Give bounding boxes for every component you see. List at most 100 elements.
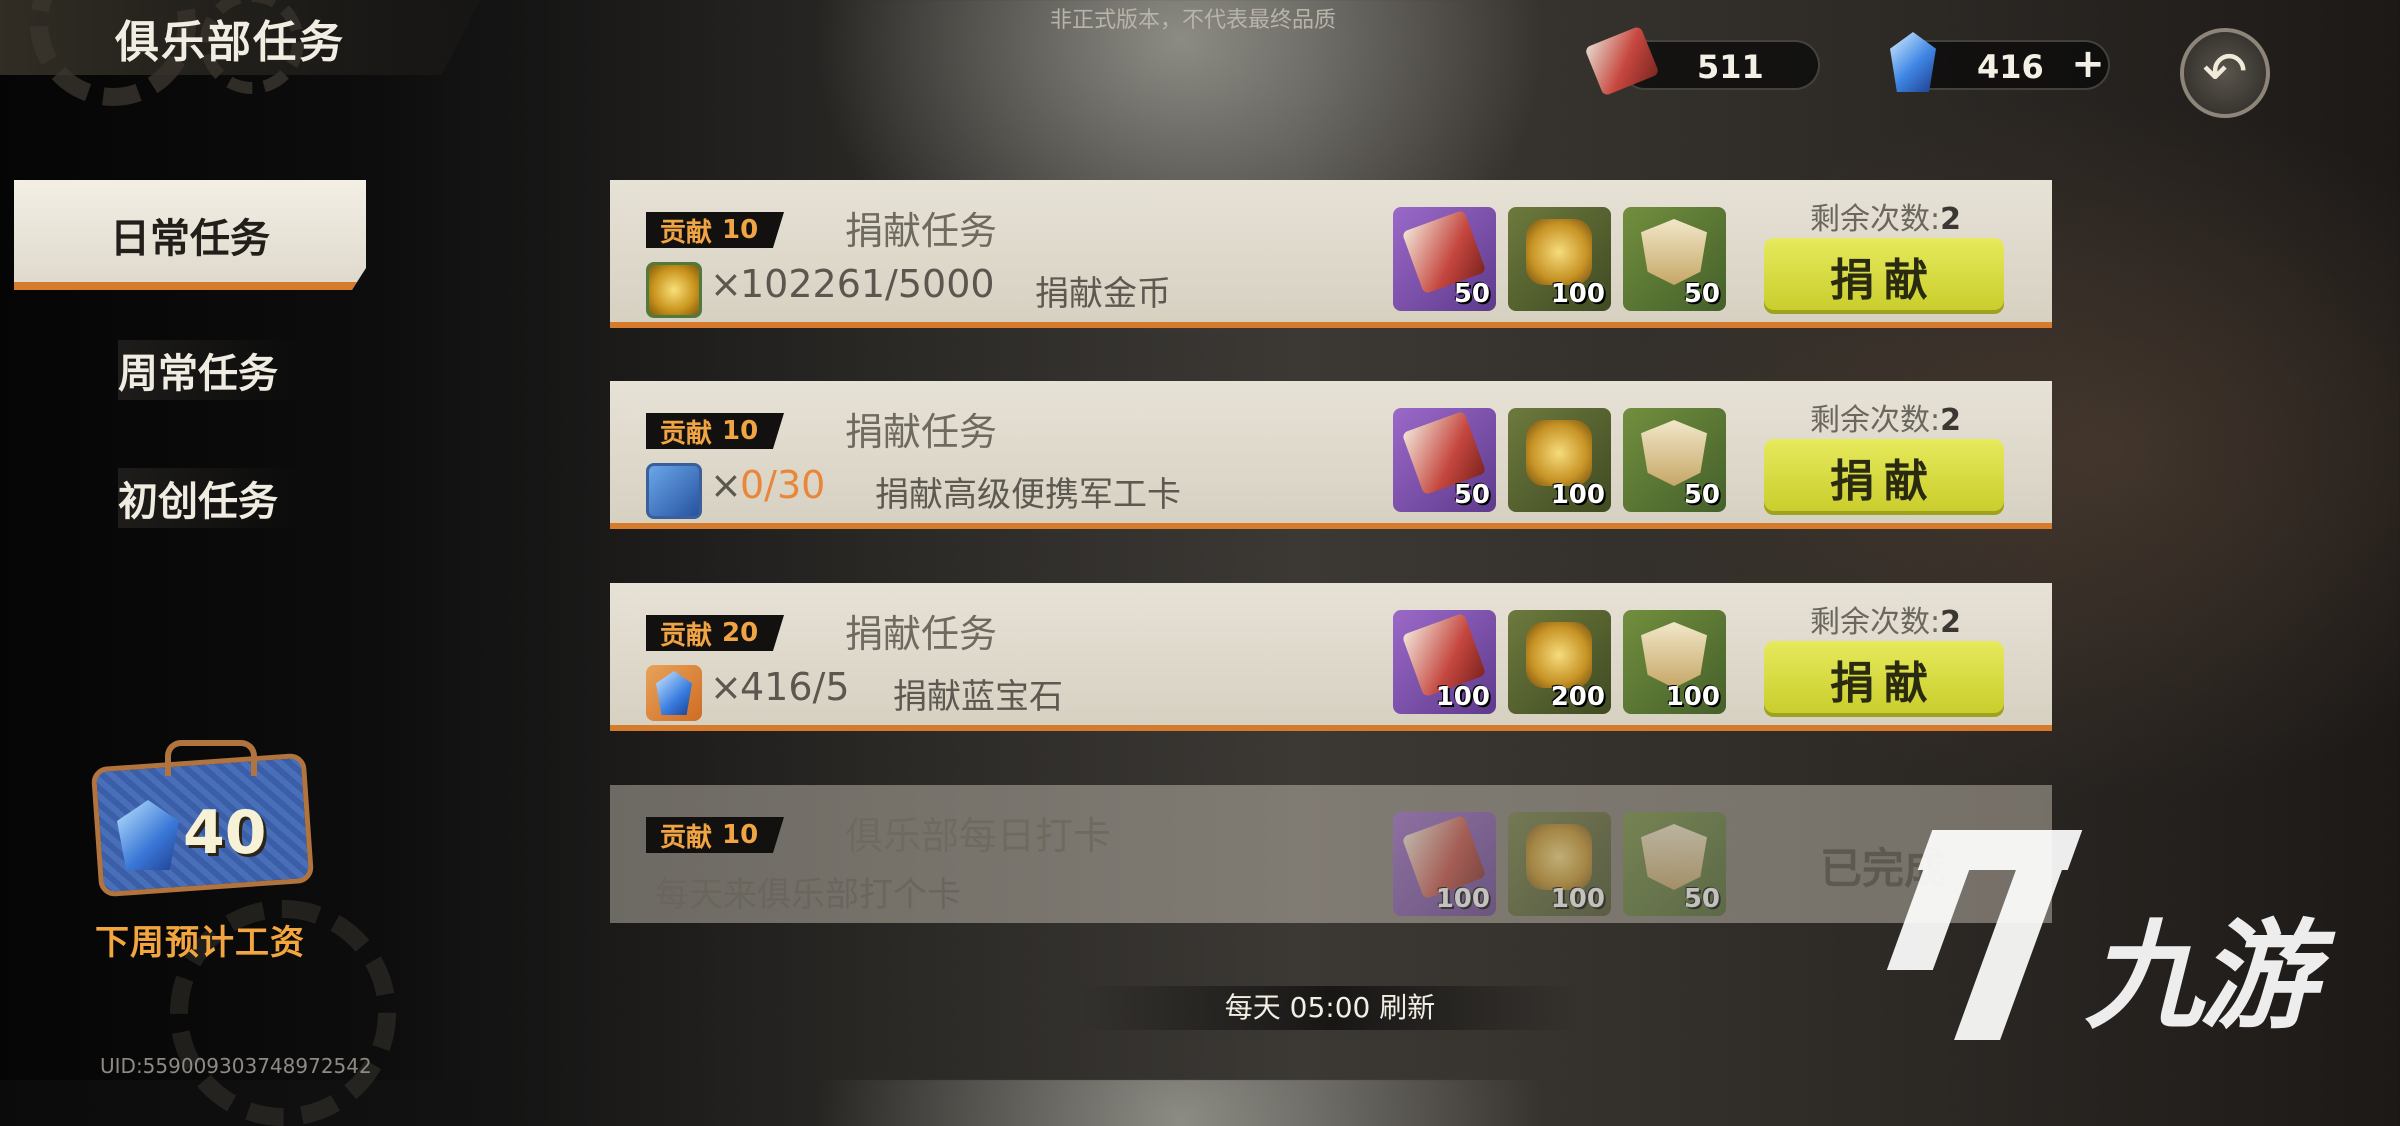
- remaining-label: 剩余次数:: [1810, 605, 1941, 640]
- reward-item[interactable]: 100: [1393, 610, 1496, 714]
- reward-list: 50 100 50: [1393, 207, 1733, 311]
- remaining-count: 剩余次数:2: [1810, 395, 1961, 439]
- badge-label: 贡献: [660, 418, 713, 449]
- remaining-count: 剩余次数:2: [1810, 597, 1961, 641]
- contribution-badge: 贡献 10: [646, 817, 784, 853]
- requirement-desc: 捐献金币: [1035, 274, 1171, 314]
- gold-coin-icon: [646, 262, 702, 318]
- remaining-label: 剩余次数:: [1810, 403, 1941, 438]
- reward-list: 100 100 50: [1393, 812, 1733, 916]
- reward-item[interactable]: 100: [1508, 812, 1611, 916]
- reward-qty: 100: [1550, 279, 1605, 309]
- reward-list: 100 200 100: [1393, 610, 1733, 714]
- remaining-value: 2: [1940, 202, 1961, 237]
- remaining-label: 剩余次数:: [1810, 202, 1941, 237]
- contribution-badge: 贡献 10: [646, 413, 784, 449]
- user-id: UID:559009303748972542: [100, 1054, 372, 1078]
- shield-emblem-icon: [1641, 622, 1707, 688]
- reward-item[interactable]: 100: [1393, 812, 1496, 916]
- tab-daily-tasks[interactable]: 日常任务: [14, 180, 366, 290]
- donate-button[interactable]: 捐献: [1764, 439, 2004, 515]
- requirement-count: 102261/5000: [740, 262, 995, 306]
- contribution-value: 20: [722, 618, 759, 648]
- requirement-desc: 捐献蓝宝石: [893, 677, 1063, 717]
- reward-qty: 50: [1453, 279, 1490, 309]
- remaining-value: 2: [1940, 605, 1961, 640]
- reward-list: 50 100 50: [1393, 408, 1733, 512]
- reward-item[interactable]: 100: [1623, 610, 1726, 714]
- task-card: 贡献 20 捐献任务 × 416/5 捐献蓝宝石 100 200 100 剩余次数…: [610, 583, 2052, 731]
- tab-label: 初创任务: [118, 479, 278, 525]
- multiply-sign: ×: [710, 665, 742, 709]
- badge-label: 贡献: [660, 217, 713, 248]
- requirement-desc: 捐献高级便携军工卡: [875, 475, 1181, 515]
- build-watermark: 非正式版本，不代表最终品质: [1050, 8, 1337, 33]
- reward-qty: 50: [1683, 884, 1720, 914]
- salary-value: 40: [183, 798, 267, 868]
- reward-item[interactable]: 50: [1623, 207, 1726, 311]
- jiuyou-logo-icon: [1886, 830, 2083, 1040]
- reward-qty: 50: [1683, 480, 1720, 510]
- logo-text: 九游: [2085, 907, 2317, 1045]
- task-desc: 每天来俱乐部打个卡: [655, 875, 961, 915]
- logo-segment: [1917, 830, 2083, 870]
- tab-weekly-tasks[interactable]: 周常任务: [118, 340, 298, 400]
- military-card-icon: [646, 463, 702, 519]
- reward-qty: 50: [1683, 279, 1720, 309]
- reward-item[interactable]: 100: [1508, 207, 1611, 311]
- add-gems-button[interactable]: +: [2068, 44, 2108, 84]
- shield-emblem-icon: [1641, 824, 1707, 890]
- sapphire-icon: [646, 665, 702, 721]
- ticket-count: 511: [1697, 48, 1764, 86]
- reward-item[interactable]: 100: [1508, 408, 1611, 512]
- shield-emblem-icon: [1641, 420, 1707, 486]
- task-card-completed: 贡献 10 俱乐部每日打卡 每天来俱乐部打个卡 100 100 50 已完成: [610, 785, 2052, 923]
- remaining-count: 剩余次数:2: [1810, 194, 1961, 238]
- requirement-count: 0/30: [740, 463, 826, 507]
- task-title: 俱乐部每日打卡: [845, 814, 1112, 858]
- reward-item[interactable]: 50: [1623, 408, 1726, 512]
- logo-segment: [1954, 870, 2062, 1040]
- donate-button[interactable]: 捐献: [1764, 238, 2004, 314]
- multiply-sign: ×: [710, 262, 742, 306]
- reward-item[interactable]: 50: [1393, 408, 1496, 512]
- reward-qty: 100: [1665, 682, 1720, 712]
- reward-qty: 100: [1435, 682, 1490, 712]
- reward-qty: 200: [1550, 682, 1605, 712]
- task-card: 贡献 10 捐献任务 × 102261/5000 捐献金币 50 100 50 剩…: [610, 180, 2052, 328]
- reward-item[interactable]: 50: [1393, 207, 1496, 311]
- contribution-badge: 贡献 10: [646, 212, 784, 248]
- reward-item[interactable]: 200: [1508, 610, 1611, 714]
- task-title: 捐献任务: [845, 612, 998, 656]
- back-button[interactable]: ↶: [2180, 28, 2270, 118]
- salary-label: 下周预计工资: [95, 923, 305, 963]
- donate-button[interactable]: 捐献: [1764, 641, 2004, 717]
- fist-token-icon: [1526, 622, 1592, 688]
- requirement-count: 416/5: [740, 665, 850, 709]
- salary-widget[interactable]: 40: [90, 740, 315, 910]
- contribution-value: 10: [722, 820, 759, 850]
- task-card: 贡献 10 捐献任务 × 0/30 捐献高级便携军工卡 50 100 50 剩余次…: [610, 381, 2052, 529]
- shield-emblem-icon: [1641, 219, 1707, 285]
- badge-label: 贡献: [660, 822, 713, 853]
- task-title: 捐献任务: [845, 410, 998, 454]
- reward-qty: 100: [1550, 480, 1605, 510]
- contribution-value: 10: [722, 416, 759, 446]
- reward-qty: 100: [1435, 884, 1490, 914]
- reward-qty: 50: [1453, 480, 1490, 510]
- tab-starter-tasks[interactable]: 初创任务: [118, 468, 298, 528]
- multiply-sign: ×: [710, 463, 742, 507]
- reward-qty: 100: [1550, 884, 1605, 914]
- contribution-badge: 贡献 20: [646, 615, 784, 651]
- contribution-value: 10: [722, 215, 759, 245]
- badge-label: 贡献: [660, 620, 713, 651]
- task-title: 捐献任务: [845, 209, 998, 253]
- tab-label: 周常任务: [118, 351, 278, 397]
- tab-label: 日常任务: [110, 216, 270, 262]
- remaining-value: 2: [1940, 403, 1961, 438]
- briefcase-handle: [165, 740, 257, 776]
- gem-count: 416: [1977, 48, 2044, 86]
- fist-token-icon: [1526, 420, 1592, 486]
- reward-item[interactable]: 50: [1623, 812, 1726, 916]
- page-title: 俱乐部任务: [115, 17, 345, 68]
